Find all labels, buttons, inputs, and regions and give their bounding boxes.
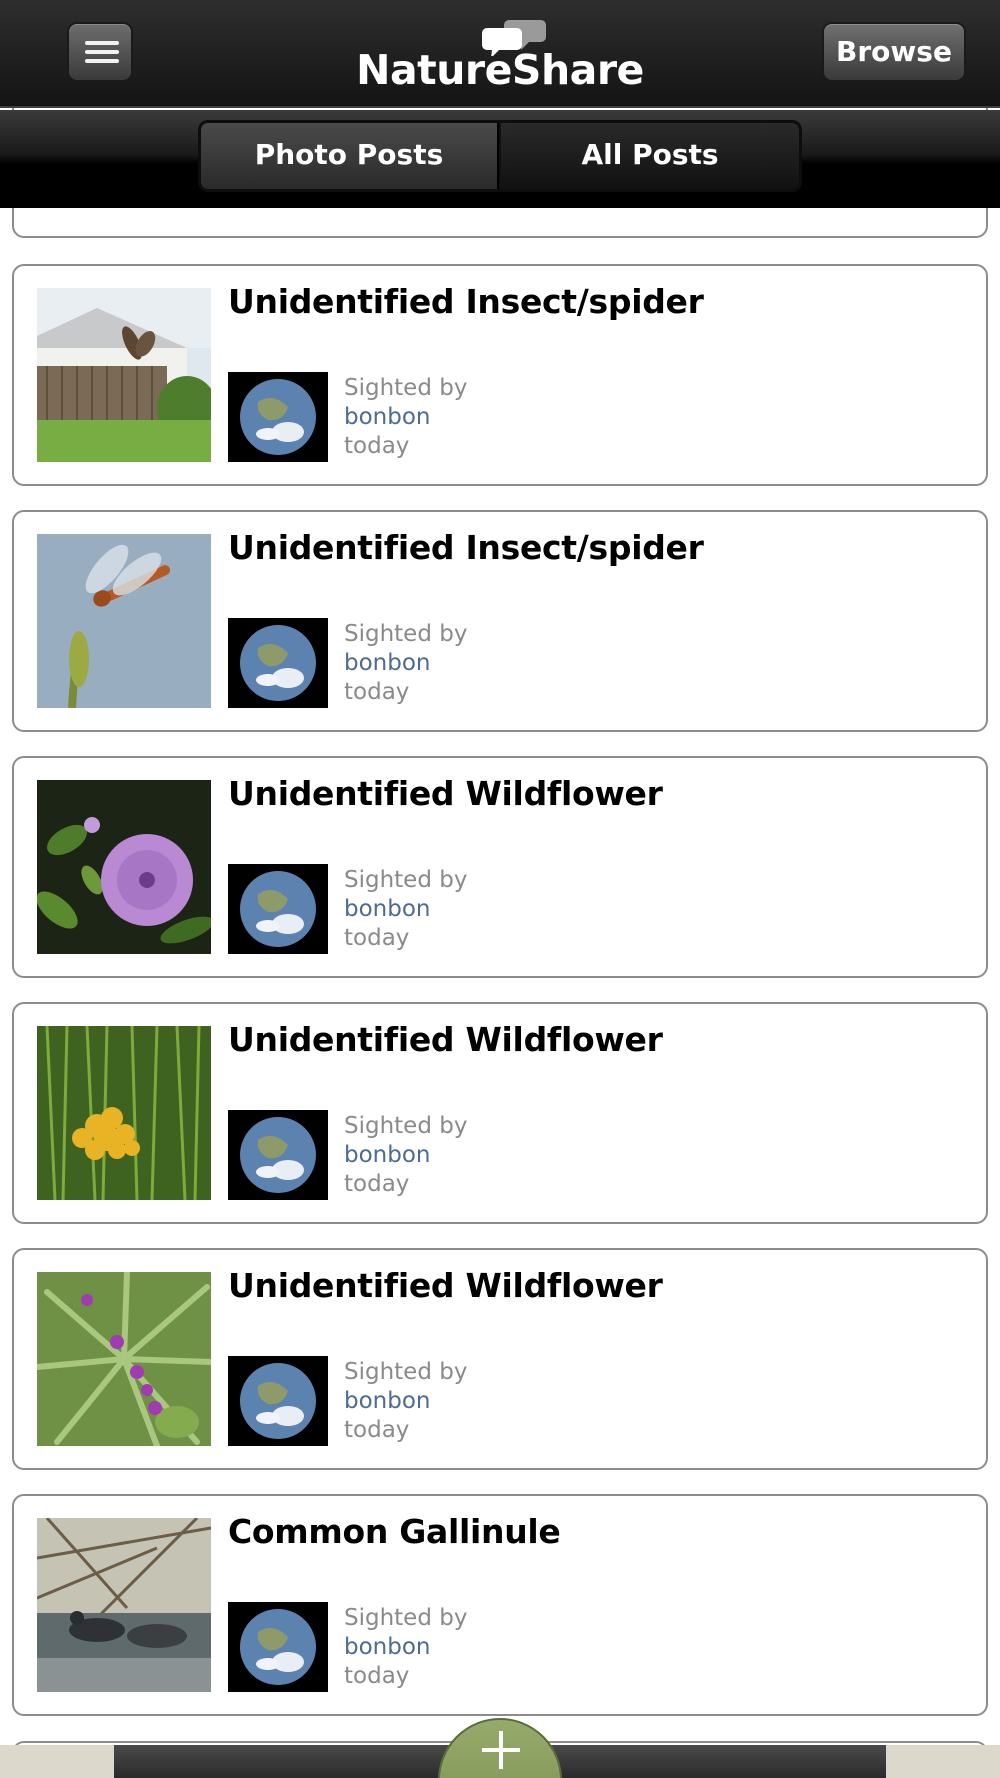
post-title[interactable]: Unidentified Wildflower (228, 1020, 663, 1059)
post-title[interactable]: Unidentified Wildflower (228, 1266, 663, 1305)
tab-all-posts[interactable]: All Posts (501, 123, 799, 189)
tab-bar: Photo Posts All Posts (0, 110, 1000, 208)
browse-button[interactable]: Browse (822, 22, 966, 82)
app-title: NatureShare (356, 46, 644, 94)
menu-button[interactable] (67, 22, 133, 82)
post-meta: Sighted by bonbon today (344, 1604, 467, 1691)
post-thumbnail (37, 1026, 211, 1200)
user-avatar[interactable] (228, 372, 328, 462)
post-time: today (344, 1663, 410, 1689)
user-avatar[interactable] (228, 1356, 328, 1446)
sighted-by-label: Sighted by (344, 1359, 468, 1385)
post-time: today (344, 1417, 410, 1443)
sighted-by-label: Sighted by (344, 867, 468, 893)
app-logo: NatureShare (355, 16, 645, 96)
app-root: Unidentified Insect/spider Sighted by bo… (0, 0, 1000, 1778)
post-meta: Sighted by bonbon today (344, 1112, 467, 1199)
post-time: today (344, 433, 410, 459)
post-meta: Sighted by bonbon today (344, 374, 467, 461)
hamburger-menu-icon (85, 59, 119, 63)
post-card[interactable]: Unidentified Wildflower Sighted by bonbo… (12, 1248, 988, 1470)
post-meta: Sighted by bonbon today (344, 620, 467, 707)
sighted-by-label: Sighted by (344, 621, 468, 647)
post-title[interactable]: Unidentified Wildflower (228, 774, 663, 813)
post-title[interactable]: Unidentified Insect/spider (228, 282, 704, 321)
plus-icon (499, 1731, 503, 1769)
post-meta: Sighted by bonbon today (344, 866, 467, 953)
user-link[interactable]: bonbon (344, 895, 467, 924)
app-header: NatureShare Browse (0, 0, 1000, 108)
post-thumbnail (37, 288, 211, 462)
post-card[interactable]: Unidentified Wildflower Sighted by bonbo… (12, 756, 988, 978)
user-link[interactable]: bonbon (344, 1141, 467, 1170)
post-meta: Sighted by bonbon today (344, 1358, 467, 1445)
user-link[interactable]: bonbon (344, 1387, 467, 1416)
user-link[interactable]: bonbon (344, 1633, 467, 1662)
user-link[interactable]: bonbon (344, 649, 467, 678)
post-thumbnail (37, 534, 211, 708)
segmented-control: Photo Posts All Posts (198, 120, 802, 192)
post-title[interactable]: Unidentified Insect/spider (228, 528, 704, 567)
user-avatar[interactable] (228, 1110, 328, 1200)
post-time: today (344, 679, 410, 705)
post-time: today (344, 925, 410, 951)
post-card[interactable]: Common Gallinule Sighted by bonbon today (12, 1494, 988, 1716)
hamburger-menu-icon (85, 50, 119, 54)
sighted-by-label: Sighted by (344, 375, 468, 401)
post-thumbnail (37, 780, 211, 954)
post-thumbnail (37, 1272, 211, 1446)
sighted-by-label: Sighted by (344, 1113, 468, 1139)
user-avatar[interactable] (228, 1602, 328, 1692)
post-card[interactable]: Unidentified Insect/spider Sighted by bo… (12, 510, 988, 732)
post-card[interactable]: Unidentified Insect/spider Sighted by bo… (12, 264, 988, 486)
sighted-by-label: Sighted by (344, 1605, 468, 1631)
user-avatar[interactable] (228, 864, 328, 954)
post-feed[interactable]: Unidentified Insect/spider Sighted by bo… (0, 0, 1000, 1778)
user-link[interactable]: bonbon (344, 403, 467, 432)
post-thumbnail (37, 1518, 211, 1692)
user-avatar[interactable] (228, 618, 328, 708)
post-card[interactable]: Unidentified Wildflower Sighted by bonbo… (12, 1002, 988, 1224)
tab-photo-posts[interactable]: Photo Posts (201, 123, 499, 189)
hamburger-menu-icon (85, 41, 119, 45)
post-time: today (344, 1171, 410, 1197)
post-title[interactable]: Common Gallinule (228, 1512, 561, 1551)
